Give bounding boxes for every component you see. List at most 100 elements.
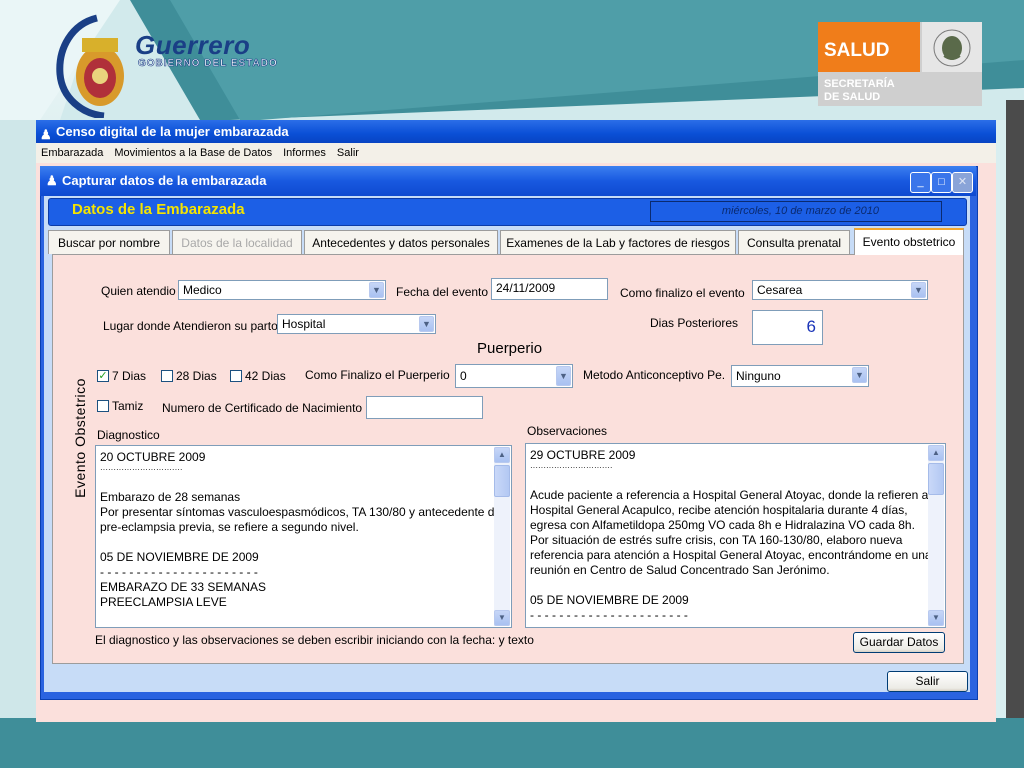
diag-line: 05 DE NOVIEMBRE DE 2009 [100, 550, 259, 564]
app-titlebar: ♟ Censo digital de la mujer embarazada [36, 120, 996, 143]
chevron-down-icon[interactable]: ▼ [419, 316, 434, 332]
check-42-dias[interactable] [230, 370, 242, 382]
mexico-seal-icon [922, 22, 982, 72]
close-button[interactable]: ✕ [952, 172, 973, 193]
obs-line: reunión en Centro de Salud Concentrado S… [530, 563, 830, 577]
section-label-text: Evento Obstetrico [71, 378, 88, 498]
salud-logo-subtitle: SECRETARÍA DE SALUD [824, 78, 895, 104]
section-label: Evento Obstetrico [60, 378, 90, 500]
menu-salir[interactable]: Salir [337, 147, 359, 159]
observaciones-textarea[interactable]: 29 OCTUBRE 2009 ························… [525, 443, 946, 628]
diag-line: 20 OCTUBRE 2009 [100, 450, 206, 464]
chevron-down-icon[interactable]: ▼ [369, 282, 384, 298]
obs-line: Por situación de estrés sufre crisis, co… [530, 533, 903, 547]
obs-line: 29 OCTUBRE 2009 [530, 448, 636, 462]
quien-atendio-select[interactable]: Medico ▼ [178, 280, 386, 300]
scroll-down-icon[interactable]: ▼ [494, 610, 510, 626]
exit-button[interactable]: Salir [887, 671, 968, 692]
dias-posteriores-label: Dias Posteriores [650, 316, 739, 330]
menu-informes[interactable]: Informes [283, 147, 326, 159]
minimize-button[interactable]: _ [910, 172, 931, 193]
app-title: Censo digital de la mujer embarazada [56, 124, 289, 139]
diagnostico-label: Diagnostico [97, 428, 160, 442]
tab-evento-obstetrico[interactable]: Evento obstetrico [854, 228, 964, 255]
scroll-thumb[interactable] [494, 465, 510, 497]
diag-line: EMBARAZO DE 33 SEMANAS [100, 580, 267, 594]
tab-examenes-lab[interactable]: Examenes de la Lab y factores de riesgos [500, 230, 736, 254]
tab-antecedentes[interactable]: Antecedentes y datos personales [304, 230, 498, 254]
check-7-dias[interactable]: ✓ [97, 370, 109, 382]
metodo-anticonceptivo-label: Metodo Anticonceptivo Pe. [583, 368, 726, 382]
hint-text: El diagnostico y las observaciones se de… [95, 633, 534, 647]
obs-line: ······························· [530, 463, 613, 472]
diag-line: Por presentar síntomas vasculoespasmódic… [100, 505, 502, 519]
diag-line: pre-eclampsia previa, se refiere a segun… [100, 520, 359, 534]
menu-movimientos[interactable]: Movimientos a la Base de Datos [114, 147, 272, 159]
obs-line [530, 578, 923, 593]
observaciones-scrollbar[interactable]: ▲ ▼ [928, 445, 944, 626]
diag-line: - - - - - - - - - - - - - - - - - - - - … [100, 565, 258, 579]
finalizo-puerperio-label: Como Finalizo el Puerperio [305, 368, 450, 382]
fecha-evento-label: Fecha del evento [396, 285, 489, 299]
chevron-down-icon[interactable]: ▼ [911, 282, 926, 298]
slide-footer-band [0, 718, 1024, 768]
obs-line: egresa con Alfametildopa 250mg VO cada 8… [530, 518, 915, 532]
scroll-up-icon[interactable]: ▲ [494, 447, 510, 463]
check-tamiz[interactable] [97, 400, 109, 412]
obs-line: - - - - - - - - - - - - - - - - - - - - … [530, 608, 688, 622]
tab-datos-localidad[interactable]: Datos de la localidad [172, 230, 302, 254]
finalizo-puerperio-value: 0 [460, 369, 467, 383]
fecha-evento-input[interactable]: 24/11/2009 [491, 278, 608, 300]
check-7-dias-label: 7 Dias [112, 369, 147, 383]
observaciones-label: Observaciones [527, 424, 608, 438]
salud-logo-title: SALUD [824, 40, 890, 61]
diagnostico-textarea[interactable]: 20 OCTUBRE 2009 ························… [95, 445, 512, 628]
chevron-down-icon[interactable]: ▼ [556, 366, 571, 386]
check-28-dias-label: 28 Dias [176, 369, 217, 383]
chevron-down-icon[interactable]: ▼ [852, 367, 867, 383]
diagnostico-scrollbar[interactable]: ▲ ▼ [494, 447, 510, 626]
certificado-input[interactable] [366, 396, 483, 419]
scroll-thumb[interactable] [928, 463, 944, 495]
finalizo-puerperio-select[interactable]: 0 ▼ [455, 364, 573, 388]
obs-line [530, 473, 923, 488]
current-date: miércoles, 10 de marzo de 2010 [650, 201, 942, 222]
current-date-text: miércoles, 10 de marzo de 2010 [721, 205, 879, 217]
scroll-up-icon[interactable]: ▲ [928, 445, 944, 461]
obs-line: 05 DE NOVIEMBRE DE 2009 [530, 593, 689, 607]
lugar-parto-value: Hospital [282, 317, 326, 331]
user-icon: ♟ [46, 173, 58, 188]
scroll-down-icon[interactable]: ▼ [928, 610, 944, 626]
maximize-button[interactable]: □ [931, 172, 952, 193]
dias-posteriores-input[interactable]: 6 [752, 310, 823, 345]
obs-line: Hospital General Acapulco, recibe atenci… [530, 503, 908, 517]
menu-bar: Embarazada Movimientos a la Base de Datos… [36, 143, 996, 163]
diag-line: Embarazo de 28 semanas [100, 490, 241, 504]
check-28-dias[interactable] [161, 370, 173, 382]
save-button[interactable]: Guardar Datos [853, 632, 945, 653]
lugar-parto-select[interactable]: Hospital ▼ [277, 314, 436, 334]
obs-line: Acude paciente a referencia a Hospital G… [530, 488, 929, 502]
metodo-anticonceptivo-value: Ninguno [736, 369, 781, 383]
check-42-dias-label: 42 Dias [245, 369, 286, 383]
diag-line: ······························· [100, 465, 183, 474]
metodo-anticonceptivo-select[interactable]: Ninguno ▼ [731, 365, 869, 387]
diag-line [100, 535, 489, 550]
certificado-label: Numero de Certificado de Nacimiento [162, 401, 363, 415]
check-tamiz-label: Tamiz [112, 399, 144, 413]
guerrero-logo-title: Guerrero [135, 30, 251, 60]
como-finalizo-select[interactable]: Cesarea ▼ [752, 280, 928, 300]
quien-atendio-label: Quien atendio [101, 284, 176, 298]
state-crest-icon [56, 14, 124, 118]
como-finalizo-value: Cesarea [757, 283, 803, 297]
salud-subtitle-line2: DE SALUD [824, 91, 881, 103]
menu-embarazada[interactable]: Embarazada [41, 147, 103, 159]
slide-right-bar [1006, 100, 1024, 718]
tab-consulta-prenatal[interactable]: Consulta prenatal [738, 230, 850, 254]
guerrero-logo-subtitle: GOBIERNO DEL ESTADO [138, 58, 278, 70]
tab-buscar-por-nombre[interactable]: Buscar por nombre [48, 230, 170, 254]
dialog-titlebar: ♟ Capturar datos de la embarazada [40, 166, 976, 196]
como-finalizo-label: Como finalizo el evento [620, 286, 745, 300]
obs-line: referencia para atención a Hospital Gene… [530, 548, 932, 562]
lugar-parto-label: Lugar donde Atendieron su parto [103, 319, 278, 333]
